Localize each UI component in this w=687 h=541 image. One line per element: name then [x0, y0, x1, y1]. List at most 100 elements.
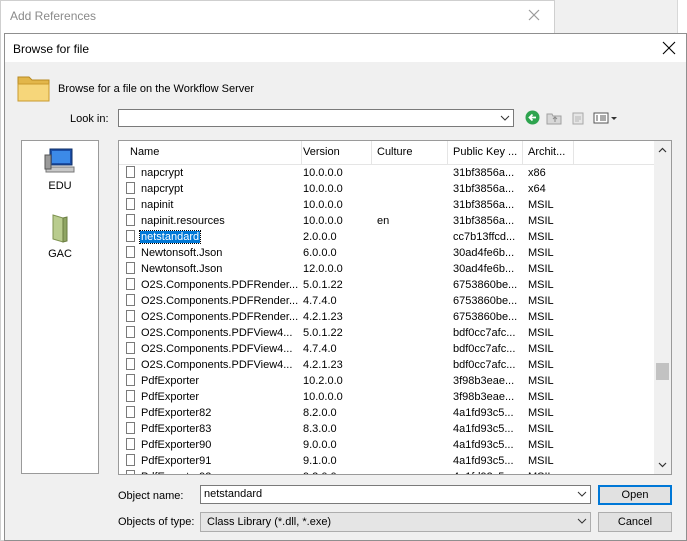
file-architecture: MSIL [528, 327, 554, 339]
chevron-down-icon[interactable] [577, 515, 587, 527]
file-version: 8.2.0.0 [303, 407, 337, 419]
chevron-up-icon[interactable] [658, 146, 667, 155]
dialog-titlebar: Browse for file [5, 34, 686, 62]
file-architecture: MSIL [528, 407, 554, 419]
file-version: 12.0.0.0 [303, 263, 343, 275]
file-public-key: 4a1fd93c5... [453, 469, 525, 474]
file-culture [377, 405, 449, 421]
chevron-down-icon[interactable] [658, 460, 667, 469]
open-button[interactable]: Open [598, 485, 672, 505]
file-name: O2S.Components.PDFRender... [141, 311, 299, 323]
up-folder-icon[interactable] [546, 111, 562, 125]
file-icon [126, 390, 135, 402]
chevron-down-icon[interactable] [577, 488, 587, 500]
place-gac-label: GAC [48, 248, 72, 260]
file-public-key: 4a1fd93c5... [453, 407, 514, 419]
file-row[interactable]: O2S.Components.PDFRender... 4.2.1.23 67538… [119, 309, 655, 325]
place-edu[interactable]: EDU [22, 147, 98, 192]
file-version: 2.0.0.0 [303, 231, 337, 243]
file-icon [126, 326, 135, 338]
file-name-wrap: Newtonsoft.Json [126, 246, 223, 259]
file-row[interactable]: PdfExporter 10.2.0.0 3f98b3eae... MSIL [119, 373, 655, 389]
file-culture [377, 325, 449, 341]
file-rows: napcrypt 10.0.0.0 31bf3856a... x86 napcrypt 1… [119, 165, 655, 474]
file-row[interactable]: PdfExporter 10.0.0.0 3f98b3eae... MSIL [119, 389, 655, 405]
file-public-key: bdf0cc7afc... [453, 343, 516, 355]
close-icon[interactable] [526, 7, 542, 23]
file-name-cell: napinit [126, 197, 301, 213]
file-culture [377, 197, 449, 213]
column-version[interactable]: Version [298, 141, 372, 164]
file-row[interactable]: PdfExporter92 9.2.0.0 4a1fd93c5...MSIL [119, 469, 655, 474]
file-name-wrap: napinit.resources [126, 214, 226, 227]
file-icon [126, 406, 135, 418]
file-culture [377, 181, 449, 197]
file-name: napcrypt [141, 183, 184, 195]
file-version: 8.3.0.0 [303, 423, 337, 435]
new-folder-icon[interactable] [571, 111, 585, 125]
chevron-down-icon [500, 115, 510, 121]
file-row[interactable]: Newtonsoft.Json 6.0.0.0 30ad4fe6b... MSIL [119, 245, 655, 261]
file-architecture: MSIL [528, 279, 554, 291]
file-list[interactable]: Name Version Culture Public Key ... Arch… [118, 140, 672, 475]
place-gac[interactable]: GAC [22, 213, 98, 260]
file-row[interactable]: netstandard 2.0.0.0 cc7b13ffcd... MSIL [119, 229, 655, 245]
column-culture[interactable]: Culture [372, 141, 448, 164]
file-architecture: MSIL [528, 215, 554, 227]
file-row[interactable]: O2S.Components.PDFRender... 4.7.4.0 675386… [119, 293, 655, 309]
file-row[interactable]: PdfExporter83 8.3.0.0 4a1fd93c5... MSIL [119, 421, 655, 437]
look-in-dropdown[interactable] [118, 109, 514, 127]
file-public-key: 31bf3856a... [453, 215, 515, 227]
file-name: PdfExporter91 [141, 455, 212, 467]
file-row[interactable]: napinit.resources 10.0.0.0 en 31bf3856a... M… [119, 213, 655, 229]
add-references-title: Add References [10, 9, 97, 23]
file-row[interactable]: napcrypt 10.0.0.0 31bf3856a... x64 [119, 181, 655, 197]
object-name-field[interactable]: netstandard [200, 485, 591, 504]
scrollbar-thumb[interactable] [656, 363, 669, 380]
column-public-key[interactable]: Public Key ... [448, 141, 523, 164]
file-name: PdfExporter90 [141, 439, 212, 451]
file-public-key: bdf0cc7afc... [453, 359, 516, 371]
file-name: PdfExporter92 [140, 471, 212, 474]
dialog-header: Browse for a file on the Workflow Server [5, 62, 686, 106]
file-icon [126, 374, 135, 386]
file-name-cell: napcrypt [126, 181, 301, 197]
column-architecture[interactable]: Archit... [523, 141, 574, 164]
objects-of-type-dropdown[interactable]: Class Library (*.dll, *.exe) [200, 512, 591, 532]
file-name-wrap: napcrypt [126, 166, 184, 179]
file-public-key: 3f98b3eae... [453, 391, 515, 403]
file-name: Newtonsoft.Json [141, 263, 223, 275]
file-row[interactable]: O2S.Components.PDFView4... 4.7.4.0 bdf0cc7… [119, 341, 655, 357]
file-row[interactable]: PdfExporter90 9.0.0.0 4a1fd93c5... MSIL [119, 437, 655, 453]
file-culture [377, 309, 449, 325]
file-row[interactable]: O2S.Components.PDFView4... 5.0.1.22 bdf0cc… [119, 325, 655, 341]
objects-of-type-label: Objects of type: [118, 516, 195, 528]
file-name-cell: PdfExporter91 [126, 453, 301, 469]
file-row[interactable]: napinit 10.0.0.0 31bf3856a... MSIL [119, 197, 655, 213]
file-row[interactable]: PdfExporter91 9.1.0.0 4a1fd93c5... MSIL [119, 453, 655, 469]
file-row[interactable]: PdfExporter82 8.2.0.0 4a1fd93c5... MSIL [119, 405, 655, 421]
file-icon [126, 278, 135, 290]
vertical-scrollbar[interactable] [654, 141, 671, 474]
file-row[interactable]: O2S.Components.PDFView4... 4.2.1.23 bdf0cc… [119, 357, 655, 373]
file-architecture: MSIL [528, 247, 554, 259]
view-menu-icon[interactable] [593, 111, 619, 125]
cancel-button[interactable]: Cancel [598, 512, 672, 532]
file-row[interactable]: napcrypt 10.0.0.0 31bf3856a... x86 [119, 165, 655, 181]
file-public-key: 30ad4fe6b... [453, 247, 515, 259]
file-public-key: 4a1fd93c5... [453, 455, 514, 467]
file-architecture: x86 [528, 167, 546, 179]
file-name-wrap: O2S.Components.PDFView4... [126, 326, 293, 339]
file-row[interactable]: O2S.Components.PDFRender... 5.0.1.22 67538… [119, 277, 655, 293]
back-arrow-icon[interactable] [525, 110, 540, 125]
close-icon[interactable] [662, 41, 676, 55]
file-row[interactable]: Newtonsoft.Json 12.0.0.0 30ad4fe6b... MSIL [119, 261, 655, 277]
file-name: O2S.Components.PDFView4... [141, 343, 293, 355]
file-version: 9.0.0.0 [303, 439, 337, 451]
file-icon [126, 246, 135, 258]
computer-icon [44, 148, 75, 173]
file-public-key: 31bf3856a... [453, 199, 515, 211]
file-name: PdfExporter [141, 375, 200, 387]
look-in-label: Look in: [70, 113, 109, 125]
column-name[interactable]: Name [125, 141, 302, 164]
